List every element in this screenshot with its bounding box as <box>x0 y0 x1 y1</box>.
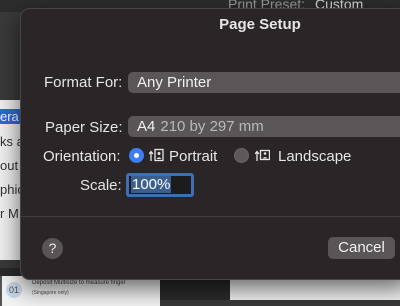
landscape-orientation-icon <box>255 149 270 161</box>
landscape-label[interactable]: Landscape <box>278 148 351 165</box>
document-step-number: 01 <box>6 282 22 298</box>
format-for-value: Any Printer <box>137 74 212 91</box>
document-line: Deposit Multisize to measure finger <box>32 280 126 286</box>
scale-value: 100% <box>131 176 172 193</box>
background-sidebar-item: out <box>0 158 19 173</box>
background-sidebar-item: era <box>0 109 20 124</box>
orientation-label: Orientation: <box>43 148 121 165</box>
background-sidebar-item: phic <box>0 182 20 197</box>
document-line: (Singapore only) <box>32 290 69 296</box>
format-for-label: Format For: <box>44 74 123 91</box>
cancel-button[interactable]: Cancel <box>328 237 395 259</box>
scale-input[interactable]: 100% <box>126 173 194 197</box>
page-setup-dialog: Page Setup Format For: Any Printer Paper… <box>20 8 400 280</box>
dialog-divider <box>21 216 400 217</box>
paper-size-detail: 210 by 297 mm <box>160 118 264 135</box>
landscape-radio[interactable] <box>234 148 249 163</box>
background-sidebar-item: r M <box>0 206 19 221</box>
portrait-label[interactable]: Portrait <box>169 148 217 165</box>
dialog-title: Page Setup <box>219 16 301 33</box>
paper-size-popup[interactable]: A4 210 by 297 mm <box>128 116 400 137</box>
paper-size-value: A4 <box>137 118 156 135</box>
help-button[interactable]: ? <box>42 238 63 259</box>
paper-size-label: Paper Size: <box>45 119 123 136</box>
format-for-popup[interactable]: Any Printer <box>128 72 400 93</box>
portrait-orientation-icon <box>149 148 164 162</box>
scale-label: Scale: <box>80 177 122 194</box>
portrait-radio[interactable] <box>129 148 144 163</box>
background-sidebar <box>0 100 20 260</box>
background-sidebar-item: ks a <box>0 134 20 149</box>
